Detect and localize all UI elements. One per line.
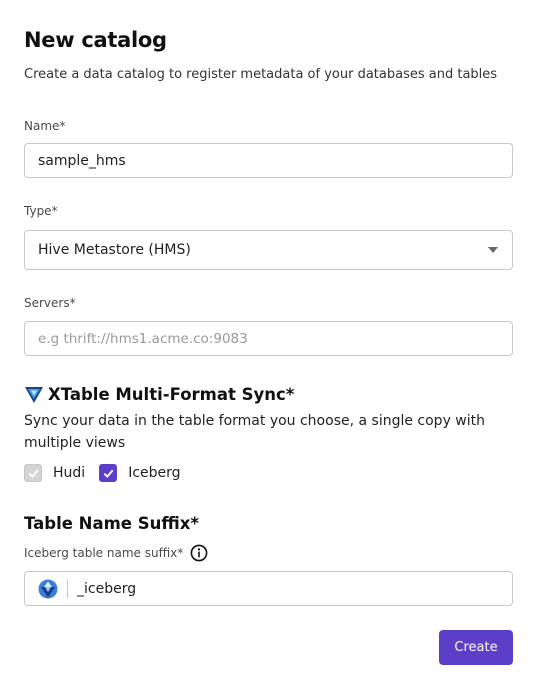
suffix-section-title: Table Name Suffix* xyxy=(24,514,200,533)
xtable-section-title: XTable Multi-Format Sync* xyxy=(24,384,294,404)
hudi-label: Hudi xyxy=(53,465,86,481)
iceberg-logo-icon xyxy=(38,579,58,598)
name-input[interactable]: sample_hms xyxy=(24,143,513,178)
suffix-separator xyxy=(67,579,68,598)
xtable-description: Sync your data in the table format you c… xyxy=(24,413,486,451)
xtable-title-text: XTable Multi-Format Sync* xyxy=(48,384,295,404)
hudi-checkbox-item[interactable]: Hudi xyxy=(24,464,85,482)
chevron-down-icon xyxy=(488,247,498,253)
suffix-input[interactable]: _iceberg xyxy=(24,571,513,606)
check-icon xyxy=(28,469,38,478)
iceberg-checkbox-item[interactable]: Iceberg xyxy=(99,464,181,482)
servers-label: Servers* xyxy=(24,296,76,310)
servers-input-placeholder: e.g thrift://hms1.acme.co:9083 xyxy=(38,330,248,347)
name-label: Name* xyxy=(24,119,66,133)
name-input-value: sample_hms xyxy=(38,152,126,169)
suffix-label-text: Iceberg table name suffix* xyxy=(24,546,184,560)
type-label: Type* xyxy=(24,204,58,218)
info-icon[interactable] xyxy=(190,544,208,562)
hudi-checkbox[interactable] xyxy=(24,464,42,482)
iceberg-checkbox[interactable] xyxy=(99,464,118,482)
check-icon xyxy=(103,469,114,478)
iceberg-label: Iceberg xyxy=(128,465,181,481)
create-button[interactable]: Create xyxy=(439,630,513,665)
suffix-label: Iceberg table name suffix* xyxy=(24,544,208,562)
format-checkboxes: Hudi Iceberg xyxy=(24,464,181,482)
page-title: New catalog xyxy=(24,28,167,52)
type-select-value: Hive Metastore (HMS) xyxy=(38,242,191,258)
page-subtitle: Create a data catalog to register metada… xyxy=(24,67,498,82)
type-select[interactable]: Hive Metastore (HMS) xyxy=(24,230,513,270)
servers-input[interactable]: e.g thrift://hms1.acme.co:9083 xyxy=(24,321,513,356)
xtable-logo-icon xyxy=(25,387,43,403)
suffix-input-value: _iceberg xyxy=(77,580,137,597)
